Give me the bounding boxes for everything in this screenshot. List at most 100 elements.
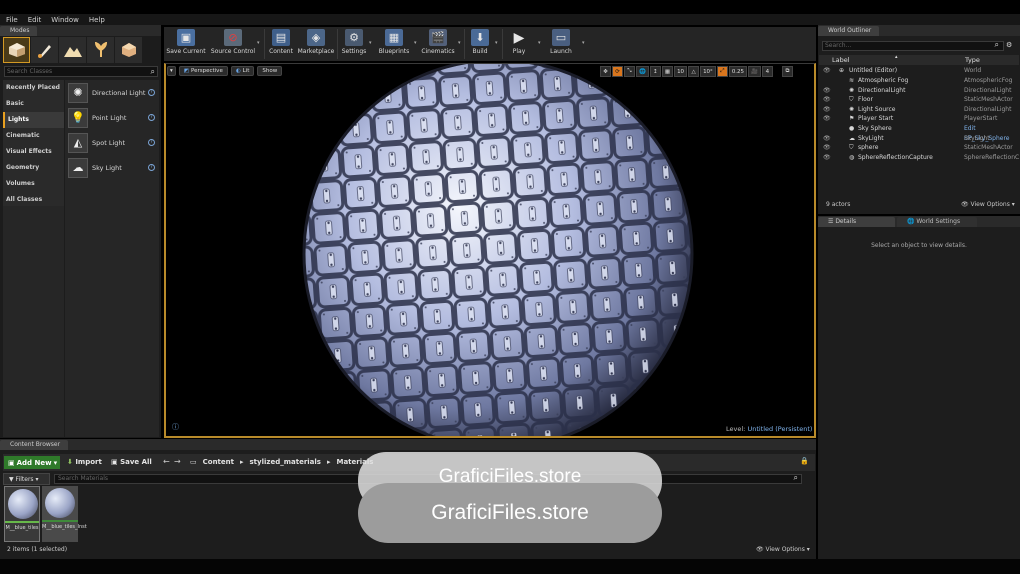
tab-world-outliner[interactable]: World Outliner: [818, 26, 880, 36]
category-cinematic[interactable]: Cinematic: [3, 128, 64, 144]
asset-tile[interactable]: M__blue_tiles: [4, 486, 40, 542]
visibility-icon[interactable]: 👁: [823, 143, 831, 153]
lit-button[interactable]: ◐ Lit: [230, 66, 255, 76]
tab-content-browser[interactable]: Content Browser: [0, 440, 69, 450]
chevron-down-icon[interactable]: ▾: [538, 40, 541, 46]
spot-light-icon: ◭: [68, 132, 88, 153]
outliner-row[interactable]: 👁 ⛉ Floor StaticMeshActor: [819, 95, 1020, 105]
chevron-down-icon[interactable]: ▾: [414, 40, 417, 46]
outliner-row[interactable]: ≋ Atmospheric Fog AtmosphericFog: [819, 76, 1020, 86]
chevron-down-icon[interactable]: ▾: [582, 40, 585, 46]
category-visual-effects[interactable]: Visual Effects: [3, 144, 64, 160]
viewport-help-icon[interactable]: ⓘ: [172, 422, 179, 432]
save-all-button[interactable]: ▣ Save All: [108, 456, 155, 468]
filters-button[interactable]: ▼ Filters ▾: [3, 473, 50, 485]
angle-snap-value[interactable]: 10°: [700, 66, 716, 77]
settings-button[interactable]: ⚙ Settings: [340, 27, 368, 61]
asset-tile[interactable]: M__blue_tiles_Inst: [42, 486, 87, 542]
blueprints-button[interactable]: ▦ Blueprints: [376, 27, 412, 61]
foliage-mode-icon[interactable]: [87, 37, 114, 63]
source-control-button[interactable]: ⊘ Source Control: [208, 27, 258, 61]
place-mode-icon[interactable]: [3, 37, 30, 63]
play-button[interactable]: ▶ Play: [506, 27, 532, 61]
visibility-icon[interactable]: 👁: [823, 66, 831, 76]
chevron-down-icon[interactable]: ▾: [257, 40, 260, 46]
camera-speed-value[interactable]: 4: [761, 66, 773, 77]
perspective-button[interactable]: ◩ Perspective: [178, 66, 228, 76]
place-item-directional-light[interactable]: ✺ Directional Light ?: [65, 80, 159, 105]
help-icon[interactable]: ?: [148, 164, 155, 171]
category-volumes[interactable]: Volumes: [3, 176, 64, 192]
forward-arrow-icon[interactable]: →: [174, 457, 181, 466]
outliner-row-type: SphereReflectionC: [964, 154, 1020, 161]
outliner-row[interactable]: 👁 ⚑ Player Start PlayerStart: [819, 114, 1020, 124]
category-lights[interactable]: Lights: [3, 112, 64, 128]
move-tool-icon[interactable]: ✥: [600, 66, 611, 77]
column-label[interactable]: Label: [832, 56, 850, 64]
content-button[interactable]: ▤ Content: [266, 27, 296, 61]
paint-mode-icon[interactable]: [31, 37, 58, 63]
column-type[interactable]: Type: [965, 56, 980, 64]
marketplace-button[interactable]: ◈ Marketplace: [297, 27, 335, 61]
world-space-icon[interactable]: 🌐: [636, 66, 649, 77]
geometry-mode-icon[interactable]: [115, 37, 142, 63]
viewport-options-button[interactable]: ▾: [167, 66, 176, 76]
tab-world-settings[interactable]: 🌐 World Settings: [897, 217, 977, 227]
menu-file[interactable]: File: [6, 16, 18, 24]
angle-snap-icon[interactable]: △: [688, 66, 700, 77]
scale-snap-icon[interactable]: ⤢: [716, 66, 728, 77]
menu-edit[interactable]: Edit: [28, 16, 42, 24]
place-item-label: Point Light: [92, 113, 127, 122]
cinematics-button[interactable]: 🎬 Cinematics: [420, 27, 456, 61]
menu-window[interactable]: Window: [51, 16, 79, 24]
breadcrumb-stylized-materials[interactable]: stylized_materials: [250, 458, 321, 466]
camera-speed-icon[interactable]: 🎥: [748, 66, 761, 77]
level-viewport[interactable]: [164, 63, 816, 438]
chevron-down-icon[interactable]: ▾: [495, 40, 498, 46]
add-icon: ▣: [8, 458, 15, 467]
content-view-options-button[interactable]: 👁 View Options ▾: [756, 546, 810, 553]
show-button[interactable]: Show: [257, 66, 283, 76]
help-icon[interactable]: ?: [148, 89, 155, 96]
tab-details[interactable]: ☰ Details: [818, 217, 895, 227]
visibility-icon[interactable]: 👁: [823, 114, 831, 124]
surface-snap-icon[interactable]: ↥: [649, 66, 661, 77]
outliner-settings-icon[interactable]: ⚙: [1006, 41, 1012, 49]
back-arrow-icon[interactable]: ←: [163, 457, 170, 466]
place-search-input[interactable]: Search Classes ⌕: [4, 66, 158, 77]
place-item-spot-light[interactable]: ◭ Spot Light ?: [65, 130, 159, 155]
grid-size-value[interactable]: 10: [674, 66, 688, 77]
build-button[interactable]: ⬇ Build: [467, 27, 493, 61]
outliner-row[interactable]: ● Sky Sphere Edit BP_Sky_Sphere: [819, 124, 1020, 142]
category-geometry[interactable]: Geometry: [3, 160, 64, 176]
save-current-button[interactable]: ▣ Save Current: [166, 27, 206, 61]
place-item-point-light[interactable]: 💡 Point Light ?: [65, 105, 159, 130]
menu-help[interactable]: Help: [89, 16, 105, 24]
chevron-down-icon[interactable]: ▾: [369, 40, 372, 46]
import-button[interactable]: ⬇ Import: [64, 456, 105, 468]
maximize-viewport-icon[interactable]: ⧉: [781, 66, 793, 77]
outliner-search-input[interactable]: Search... ⌕: [822, 41, 1004, 51]
rotate-tool-icon[interactable]: ⟳: [612, 66, 623, 77]
category-recently-placed[interactable]: Recently Placed: [3, 80, 64, 96]
place-item-sky-light[interactable]: ☁ Sky Light ?: [65, 155, 159, 180]
outliner-row[interactable]: 👁 ⊕ Untitled (Editor) World: [819, 66, 1020, 76]
visibility-icon[interactable]: 👁: [823, 95, 831, 105]
add-new-button[interactable]: ▣ Add New ▾: [4, 456, 60, 469]
tab-modes[interactable]: Modes: [0, 26, 38, 36]
outliner-row[interactable]: 👁 ◍ SphereReflectionCapture SphereReflectio…: [819, 153, 1020, 163]
scale-tool-icon[interactable]: ⤡: [624, 66, 635, 77]
lock-icon[interactable]: 🔒: [800, 457, 809, 465]
chevron-down-icon[interactable]: ▾: [458, 40, 461, 46]
help-icon[interactable]: ?: [148, 114, 155, 121]
scale-snap-value[interactable]: 0.25: [728, 66, 748, 77]
landscape-mode-icon[interactable]: [59, 37, 86, 63]
visibility-icon[interactable]: 👁: [823, 153, 831, 163]
grid-snap-icon[interactable]: ▦: [661, 66, 674, 77]
breadcrumb-content[interactable]: Content: [203, 458, 234, 466]
outliner-view-options-button[interactable]: 👁 View Options ▾: [961, 201, 1015, 208]
help-icon[interactable]: ?: [148, 139, 155, 146]
launch-button[interactable]: ▭ Launch: [546, 27, 576, 61]
category-basic[interactable]: Basic: [3, 96, 64, 112]
outliner-row[interactable]: 👁 ⛉ sphere StaticMeshActor: [819, 143, 1020, 153]
